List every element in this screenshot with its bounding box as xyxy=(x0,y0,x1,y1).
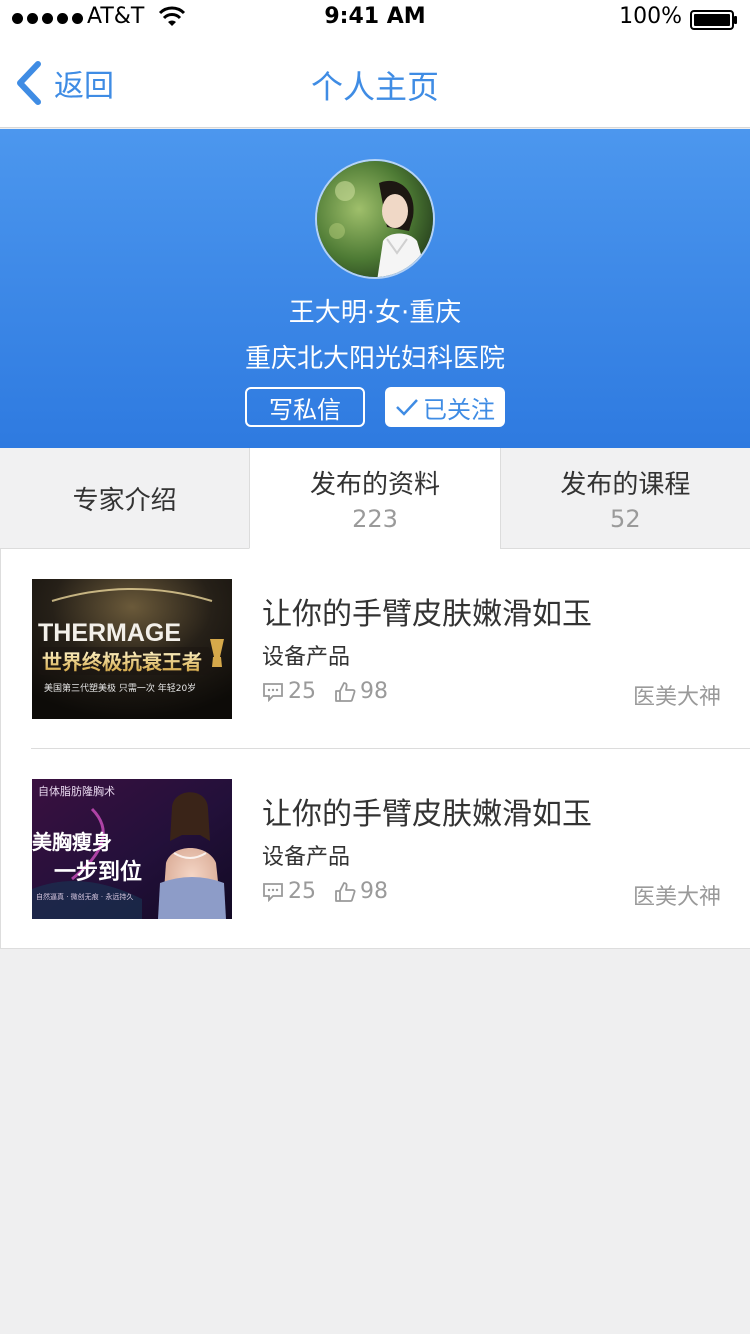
checkmark-icon xyxy=(396,399,418,416)
tab-count: 52 xyxy=(610,504,641,533)
list-item[interactable]: THERMAGE 世界终极抗衰王者 美国第三代塑美极 只需一次 年轻20岁 让你… xyxy=(1,549,750,749)
comment-icon xyxy=(262,682,284,702)
item-meta: 25 98 xyxy=(262,879,406,904)
comment-icon xyxy=(262,882,284,902)
thumb-headline: 美胸瘦身 xyxy=(32,830,112,854)
material-list: THERMAGE 世界终极抗衰王者 美国第三代塑美极 只需一次 年轻20岁 让你… xyxy=(0,549,750,949)
profile-name: 王大明·女·重庆 xyxy=(288,298,462,328)
navigation-bar: 返回 个人主页 xyxy=(0,40,750,128)
battery-icon xyxy=(690,10,737,30)
list-item[interactable]: 自体脂肪隆胸术 美胸瘦身 一步到位 自然逼真 · 微创无痕 · 永远持久 让你的… xyxy=(1,749,750,949)
tab-label: 发布的资料 xyxy=(309,469,440,500)
tab-published-courses[interactable]: 发布的课程 52 xyxy=(499,448,750,549)
item-title: 让你的手臂皮肤嫩滑如玉 xyxy=(262,797,592,832)
thumb-tagline: 自然逼真 · 微创无痕 · 永远持久 xyxy=(36,892,133,901)
profile-header: 王大明·女·重庆 重庆北大阳光妇科医院 写私信 已关注 xyxy=(0,129,750,448)
thumb-subheadline: 世界终极抗衰王者 xyxy=(42,650,202,674)
tab-published-materials[interactable]: 发布的资料 223 xyxy=(249,448,500,549)
tab-expert-intro[interactable]: 专家介绍 xyxy=(0,448,250,549)
thumb-tagline: 美国第三代塑美极 只需一次 年轻20岁 xyxy=(44,682,196,694)
profile-hospital: 重庆北大阳光妇科医院 xyxy=(244,344,505,374)
tab-label: 专家介绍 xyxy=(72,485,177,516)
like-count: 98 xyxy=(360,679,388,704)
status-bar: AT&T 9:41 AM 100% xyxy=(0,0,750,40)
thumb-headline: THERMAGE xyxy=(38,619,181,647)
like-count: 98 xyxy=(360,879,388,904)
item-title: 让你的手臂皮肤嫩滑如玉 xyxy=(262,597,592,632)
item-category: 设备产品 xyxy=(262,645,351,670)
thumb-caption: 自体脂肪隆胸术 xyxy=(38,784,115,798)
comment-count: 25 xyxy=(288,879,316,904)
item-thumbnail: THERMAGE 世界终极抗衰王者 美国第三代塑美极 只需一次 年轻20岁 xyxy=(32,579,232,719)
follow-button-label: 已关注 xyxy=(423,395,495,424)
item-thumbnail: 自体脂肪隆胸术 美胸瘦身 一步到位 自然逼真 · 微创无痕 · 永远持久 xyxy=(32,779,232,919)
avatar[interactable] xyxy=(315,159,435,279)
item-meta: 25 98 xyxy=(262,679,406,704)
thumb-subheadline: 一步到位 xyxy=(54,859,142,885)
send-message-button[interactable]: 写私信 xyxy=(245,387,365,427)
page-title: 个人主页 xyxy=(310,68,439,106)
content-tabs: 专家介绍 发布的资料 223 发布的课程 52 xyxy=(0,448,750,549)
item-author: 医美大神 xyxy=(632,885,721,910)
tab-count: 223 xyxy=(352,504,398,533)
follow-button[interactable]: 已关注 xyxy=(385,387,505,427)
comment-count: 25 xyxy=(288,679,316,704)
battery-percent: 100% xyxy=(619,4,682,29)
item-category: 设备产品 xyxy=(262,845,351,870)
thumbs-up-icon xyxy=(334,681,356,703)
thumbs-up-icon xyxy=(334,881,356,903)
item-author: 医美大神 xyxy=(632,685,721,710)
tab-label: 发布的课程 xyxy=(560,469,691,500)
